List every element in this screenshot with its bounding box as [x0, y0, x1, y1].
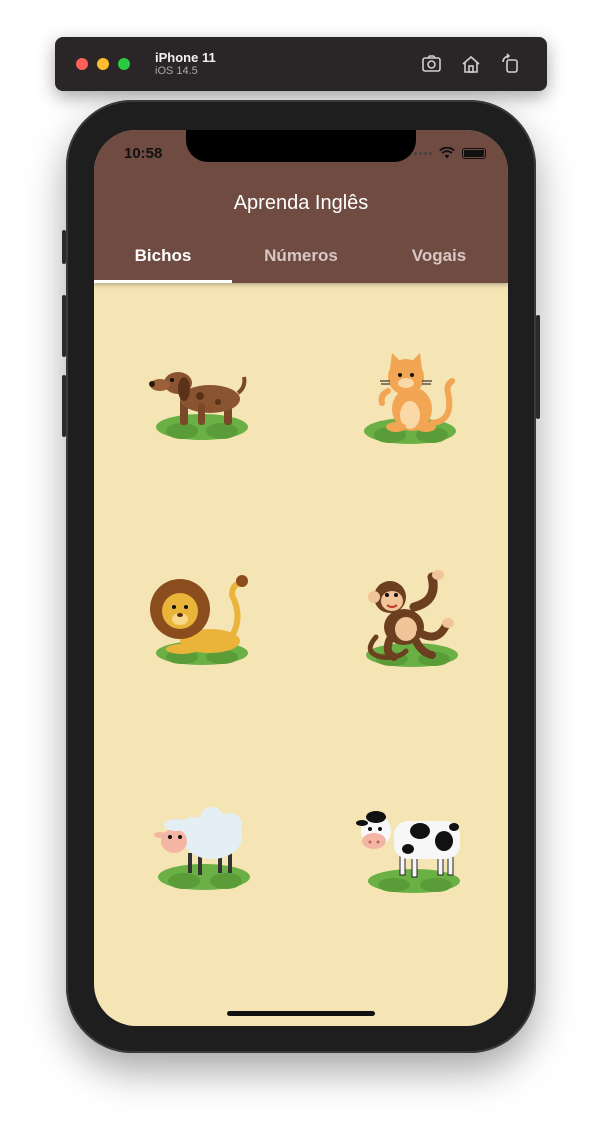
animal-card-lion[interactable]	[138, 567, 258, 677]
tab-indicator	[94, 280, 232, 283]
tab-vogais[interactable]: Vogais	[370, 238, 508, 283]
cellular-signal-icon	[414, 151, 432, 155]
minimize-window-button[interactable]	[97, 58, 109, 70]
cow-icon[interactable]	[350, 795, 470, 905]
notch	[186, 130, 416, 162]
battery-icon	[462, 147, 486, 159]
volume-down-button	[62, 375, 66, 437]
home-indicator[interactable]	[227, 1011, 375, 1016]
dog-icon[interactable]	[138, 347, 258, 457]
tab-bar: Bichos Números Vogais	[94, 238, 508, 283]
sheep-icon[interactable]	[138, 795, 258, 905]
silent-switch	[62, 230, 66, 264]
side-button	[536, 315, 540, 419]
simulator-toolbar	[421, 53, 521, 75]
lion-icon[interactable]	[138, 567, 258, 677]
animal-card-cat[interactable]	[350, 347, 470, 457]
animal-card-sheep[interactable]	[138, 795, 258, 905]
app-title: Aprenda Inglês	[233, 192, 369, 214]
cat-icon[interactable]	[350, 347, 470, 457]
tab-numeros[interactable]: Números	[232, 238, 370, 283]
camera-icon[interactable]	[421, 53, 443, 75]
monkey-icon[interactable]	[350, 567, 470, 677]
simulator-title-bar: iPhone 11 iOS 14.5	[55, 37, 547, 91]
home-icon[interactable]	[460, 53, 482, 75]
animal-card-monkey[interactable]	[350, 567, 470, 677]
app-screen: 10:58 Aprenda Inglês Bichos Números Voga…	[94, 130, 508, 1026]
wifi-icon	[439, 147, 455, 159]
os-version: iOS 14.5	[155, 65, 198, 78]
rotate-icon[interactable]	[499, 53, 521, 75]
zoom-window-button[interactable]	[118, 58, 130, 70]
status-time: 10:58	[124, 145, 163, 162]
device-name: iPhone 11	[155, 49, 216, 65]
tab-bichos[interactable]: Bichos	[94, 238, 232, 283]
animal-card-cow[interactable]	[350, 795, 470, 905]
animal-card-dog[interactable]	[138, 347, 258, 457]
close-window-button[interactable]	[76, 58, 88, 70]
status-icons	[414, 147, 486, 159]
window-controls	[76, 58, 130, 70]
simulator-titles: iPhone 11 iOS 14.5	[155, 50, 216, 79]
volume-up-button	[62, 295, 66, 357]
